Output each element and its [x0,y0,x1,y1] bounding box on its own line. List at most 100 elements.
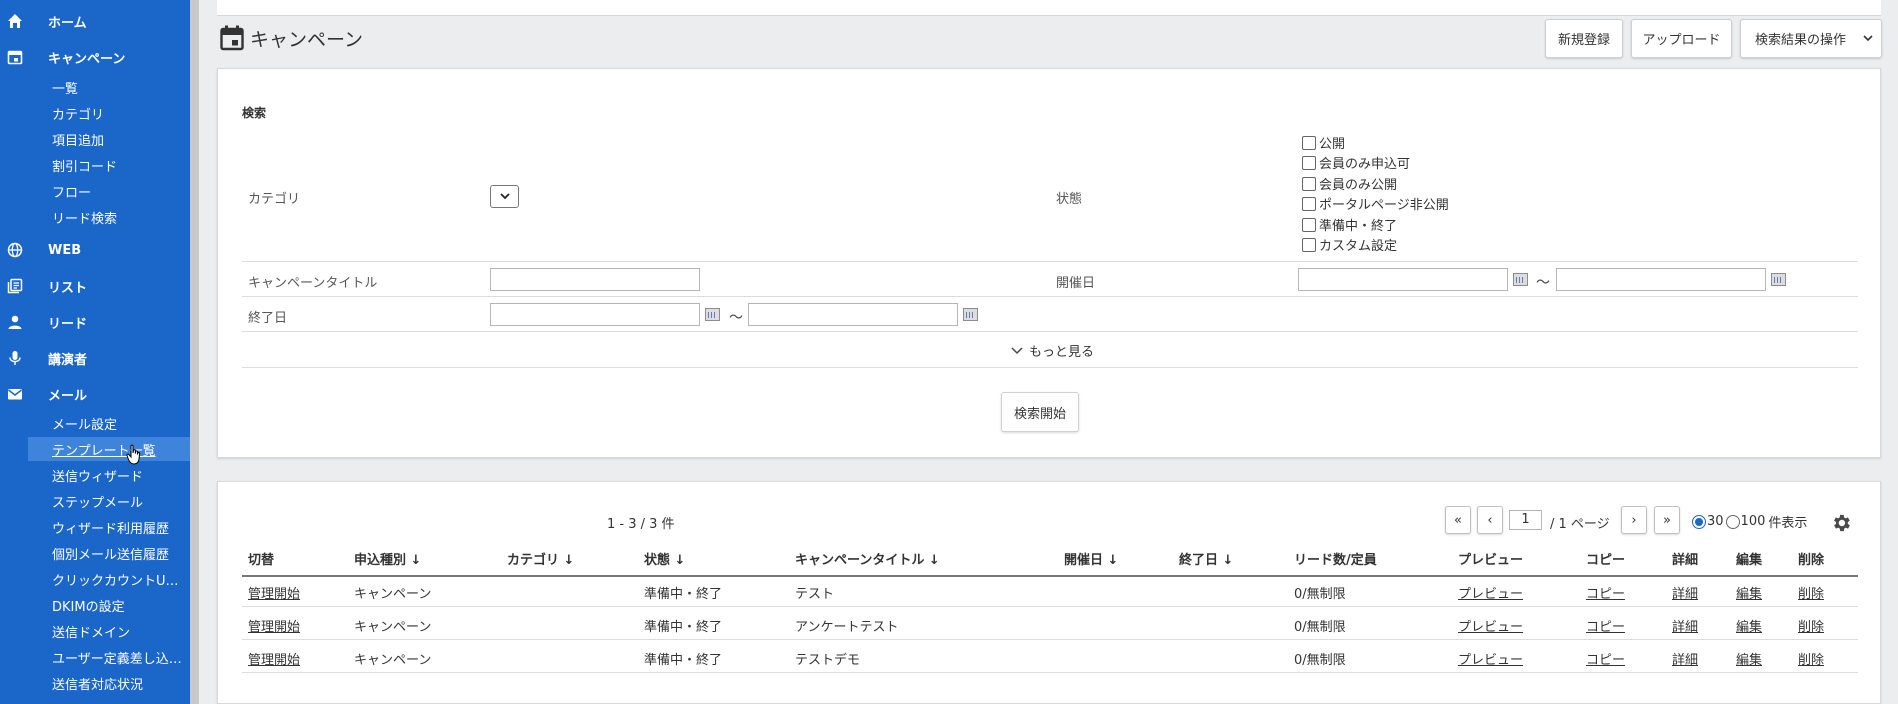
per-page-radio-30[interactable] [1692,514,1706,529]
nav-mail[interactable]: メール [0,379,190,409]
status-checkbox-preparing-ended[interactable]: 準備中・終了 [1302,216,1397,234]
page-total: / 1 ページ [1550,517,1610,532]
toggle-link[interactable]: 管理開始 [248,649,300,668]
nav-campaign-flow[interactable]: フロー [28,179,190,203]
col-header-category[interactable]: カテゴリ ↓ [507,549,574,568]
start-date-to-input[interactable] [1556,268,1766,291]
delete-link[interactable]: 削除 [1798,616,1824,635]
nav-mail-wizard-history[interactable]: ウィザード利用履歴 [28,515,190,539]
results-action-select[interactable]: 検索結果の操作 [1740,19,1882,58]
calendar-picker-icon[interactable] [705,308,720,321]
per-page-suffix: 件表示 [1768,516,1808,531]
start-date-from-input[interactable] [1298,268,1508,291]
new-register-button[interactable]: 新規登録 [1545,19,1623,58]
checkbox[interactable] [1302,217,1316,232]
col-header-end-date[interactable]: 終了日 ↓ [1179,549,1233,568]
edit-link[interactable]: 編集 [1736,583,1762,602]
edit-link[interactable]: 編集 [1736,616,1762,635]
col-header-type[interactable]: 申込種別 ↓ [354,549,421,568]
nav-lead[interactable]: リード [0,307,190,337]
checkbox[interactable] [1302,135,1316,150]
nav-campaign-add-field[interactable]: 項目追加 [28,127,190,151]
calendar-picker-icon[interactable] [1771,273,1786,286]
end-date-to-input[interactable] [748,303,958,326]
col-header-title[interactable]: キャンペーンタイトル ↓ [795,549,940,568]
status-checkbox-portal-private[interactable]: ポータルページ非公開 [1302,195,1449,213]
checkbox[interactable] [1302,176,1316,191]
page-title: キャンペーン [250,28,364,51]
copy-link[interactable]: コピー [1586,616,1625,635]
divider [242,296,1858,297]
status-checkbox-members-public[interactable]: 会員のみ公開 [1302,175,1397,193]
page-number-input[interactable]: 1 [1509,510,1542,530]
edit-link[interactable]: 編集 [1736,649,1762,668]
nav-list[interactable]: リスト [0,271,190,301]
sidebar-scrollbar[interactable] [190,0,199,704]
nav-campaign-discount-code[interactable]: 割引コード [28,153,190,177]
checkbox[interactable] [1302,196,1316,211]
nav-speaker[interactable]: 講演者 [0,343,190,373]
status-label: 状態 [1056,192,1083,207]
nav-campaign-lead-search[interactable]: リード検索 [28,205,190,229]
status-cell: 準備中・終了 [644,587,723,602]
delete-link[interactable]: 削除 [1798,583,1824,602]
nav-web[interactable]: WEB [0,235,190,265]
category-select[interactable] [490,185,519,208]
nav-mail-step-mail[interactable]: ステップメール [28,489,190,513]
range-tilde: ～ [1536,275,1550,291]
campaign-title-label: キャンペーンタイトル [248,276,378,291]
prev-page-button[interactable]: ‹ [1477,506,1503,534]
nav-mail-send-wizard[interactable]: 送信ウィザード [28,463,190,487]
per-page-option-label: 30 [1707,514,1724,529]
nav-mail-click-count[interactable]: クリックカウントU… [28,567,190,591]
checkbox[interactable] [1302,155,1316,170]
per-page-radio-100[interactable] [1725,514,1740,529]
nav-mail-sender-status[interactable]: 送信者対応状況 [28,671,190,695]
leads-cell: 0/無制限 [1294,587,1346,602]
nav-campaign-list[interactable]: 一覧 [28,75,190,99]
per-page-control: 30 100 件表示 [1692,512,1807,531]
calendar-picker-icon[interactable] [963,308,978,321]
detail-link[interactable]: 詳細 [1672,583,1698,602]
end-date-from-input[interactable] [490,303,700,326]
nav-mail-send-domain[interactable]: 送信ドメイン [28,619,190,643]
toggle-link[interactable]: 管理開始 [248,583,300,602]
upload-button[interactable]: アップロード [1631,19,1732,58]
preview-link[interactable]: プレビュー [1458,616,1523,635]
campaign-title-input[interactable] [490,268,700,291]
nav-campaign-category[interactable]: カテゴリ [28,101,190,125]
preview-link[interactable]: プレビュー [1458,583,1523,602]
copy-link[interactable]: コピー [1586,583,1625,602]
nav-mail-templates[interactable]: テンプレート一覧 [28,437,190,461]
delete-link[interactable]: 削除 [1798,649,1824,668]
calendar-icon [7,50,23,65]
last-page-button[interactable]: » [1654,506,1680,534]
copy-link[interactable]: コピー [1586,649,1625,668]
search-start-button[interactable]: 検索開始 [1001,392,1079,432]
detail-link[interactable]: 詳細 [1672,616,1698,635]
status-checkbox-public[interactable]: 公開 [1302,134,1345,152]
show-more-toggle[interactable]: もっと見る [1011,341,1094,360]
nav-mail-individual-history[interactable]: 個別メール送信履歴 [28,541,190,565]
nav-mail-dkim[interactable]: DKIMの設定 [28,593,190,617]
col-header-start-date[interactable]: 開催日 ↓ [1064,549,1118,568]
status-checkbox-custom[interactable]: カスタム設定 [1302,236,1397,254]
nav-mail-user-defined[interactable]: ユーザー定義差し込… [28,645,190,669]
top-strip [217,0,1881,16]
checkbox[interactable] [1302,237,1316,252]
nav-mail-settings[interactable]: メール設定 [28,411,190,435]
detail-link[interactable]: 詳細 [1672,649,1698,668]
type-cell: キャンペーン [354,587,432,602]
divider [242,261,1858,262]
calendar-picker-icon[interactable] [1513,273,1528,286]
col-header-status[interactable]: 状態 ↓ [644,549,685,568]
first-page-button[interactable]: « [1445,506,1471,534]
nav-home[interactable]: ホーム [0,6,190,36]
next-page-button[interactable]: › [1621,506,1647,534]
nav-campaign[interactable]: キャンペーン [0,42,190,72]
category-label: カテゴリ [248,192,301,207]
toggle-link[interactable]: 管理開始 [248,616,300,635]
status-checkbox-members-apply[interactable]: 会員のみ申込可 [1302,154,1410,172]
gear-icon[interactable] [1830,512,1852,534]
preview-link[interactable]: プレビュー [1458,649,1523,668]
